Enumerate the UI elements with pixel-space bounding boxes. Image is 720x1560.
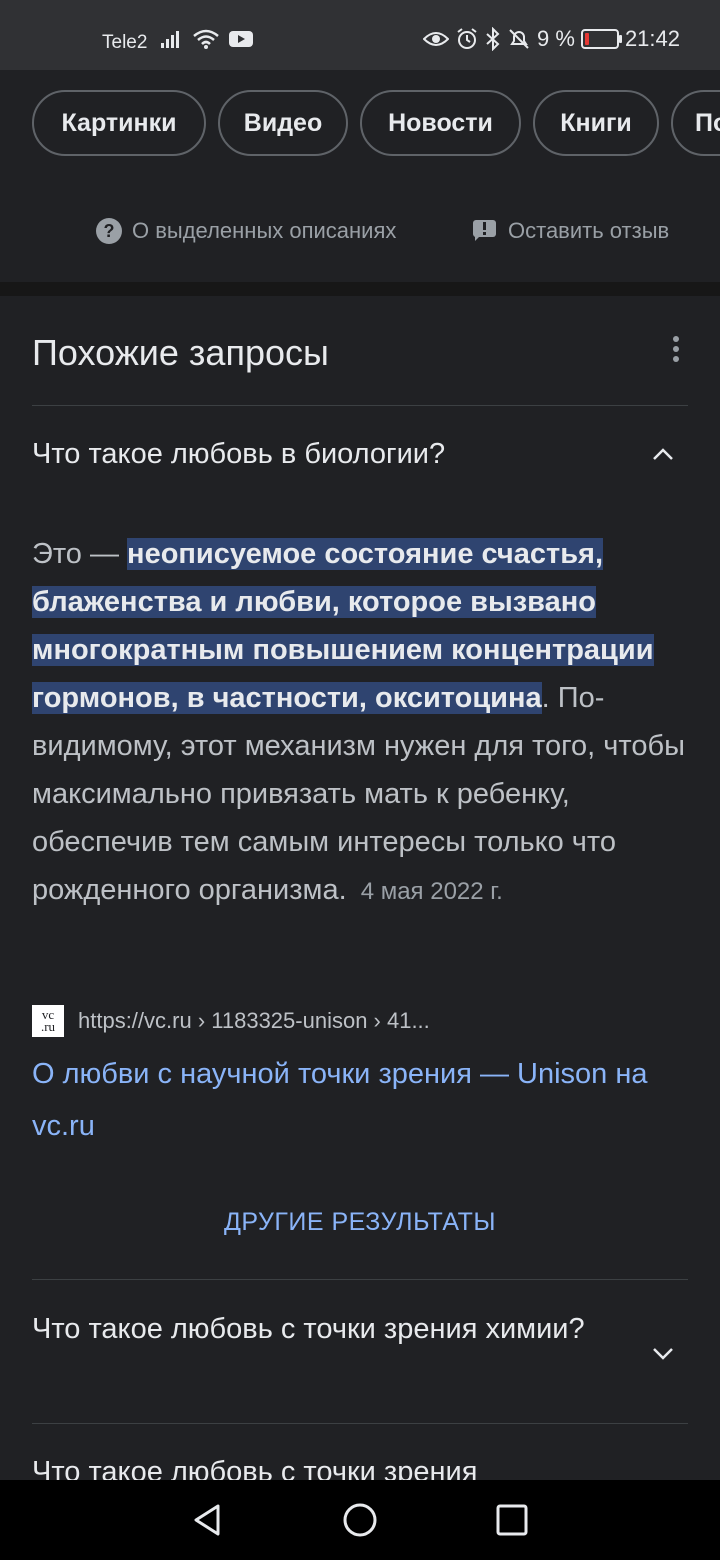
- answer-prefix: Это —: [32, 538, 128, 570]
- about-snippets-link[interactable]: ? О выделенных описаниях: [96, 218, 396, 244]
- battery-icon: [580, 29, 622, 49]
- site-favicon: vc .ru: [32, 1005, 64, 1037]
- chevron-up-icon[interactable]: [650, 442, 676, 468]
- status-bar: Tele2 9 % 21:42: [0, 0, 720, 70]
- feedback-icon: [472, 219, 498, 243]
- section-divider: [0, 282, 720, 296]
- recent-apps-icon[interactable]: [492, 1500, 532, 1540]
- source-row[interactable]: vc .ru https://vc.ru › 1183325-unison › …: [32, 1005, 430, 1037]
- source-link[interactable]: О любви с научной точки зрения — Unison …: [32, 1048, 692, 1152]
- divider: [32, 1279, 688, 1280]
- answer-date: 4 мая 2022 г.: [360, 878, 503, 905]
- feedback-link[interactable]: Оставить отзыв: [472, 218, 669, 244]
- chip-images[interactable]: Картинки: [32, 90, 206, 156]
- back-icon[interactable]: [188, 1500, 228, 1540]
- related-questions-title: Похожие запросы: [32, 332, 329, 373]
- mute-icon: [509, 29, 529, 49]
- signal-icon: [161, 31, 179, 48]
- divider: [32, 405, 688, 406]
- search-type-chips: Картинки Видео Новости Книги По: [0, 70, 720, 180]
- featured-snippet-footer: ? О выделенных описаниях Оставить отзыв: [0, 180, 720, 282]
- feedback-label: Оставить отзыв: [508, 218, 670, 243]
- battery-percent: 9 %: [537, 26, 575, 51]
- bluetooth-icon: [486, 27, 500, 51]
- more-results-button[interactable]: ДРУГИЕ РЕЗУЛЬТАТЫ: [0, 1208, 720, 1237]
- answer-suffix: . По-видимому, этот механизм нужен для т…: [32, 682, 685, 906]
- clock: 21:42: [624, 26, 680, 51]
- home-icon[interactable]: [340, 1500, 380, 1540]
- chevron-down-icon[interactable]: [650, 1340, 676, 1366]
- more-options-icon[interactable]: [666, 336, 686, 368]
- navigation-bar: [0, 1480, 720, 1560]
- related-question-1[interactable]: Что такое любовь в биологии?: [32, 430, 632, 478]
- chip-books[interactable]: Книги: [533, 90, 659, 156]
- chip-news[interactable]: Новости: [360, 90, 521, 156]
- answer-text: Это — неописуемое состояние счастья, бла…: [32, 530, 692, 916]
- about-snippets-label: О выделенных описаниях: [132, 218, 397, 243]
- carrier-label: Tele2: [102, 32, 148, 53]
- related-question-2[interactable]: Что такое любовь с точки зрения химии?: [32, 1305, 632, 1353]
- chip-more[interactable]: По: [671, 90, 720, 156]
- help-icon: ?: [96, 218, 122, 244]
- source-url: https://vc.ru › 1183325-unison › 41...: [78, 1008, 430, 1033]
- eye-icon: [423, 32, 450, 46]
- divider: [32, 1423, 688, 1424]
- wifi-icon: [193, 29, 219, 49]
- youtube-icon: [229, 31, 253, 47]
- alarm-icon: [457, 28, 477, 49]
- chip-video[interactable]: Видео: [218, 90, 348, 156]
